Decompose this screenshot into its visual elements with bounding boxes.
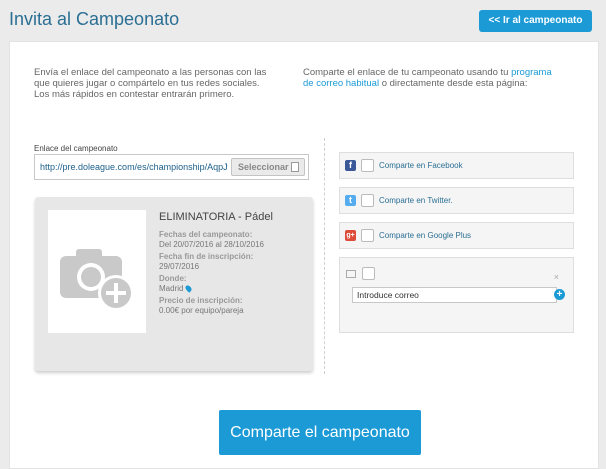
intro-right-prefix: Comparte el enlace de tu campeonato usan… <box>303 67 512 78</box>
intro-right-text: Comparte el enlace de tu campeonato usan… <box>303 67 553 89</box>
email-share-box: × + <box>339 257 574 333</box>
select-button-label: Seleccionar <box>238 162 289 172</box>
envelope-icon <box>346 270 356 278</box>
page-title: Invita al Campeonato <box>9 9 180 29</box>
share-facebook-row[interactable]: f Comparte en Facebook <box>339 152 574 179</box>
dates-label: Fechas del campeonato: <box>159 230 253 239</box>
championship-info: Fechas del campeonato: Del 20/07/2016 al… <box>159 230 264 318</box>
price-value: 0.00€ por equipo/pareja <box>159 305 244 315</box>
dates-value: Del 20/07/2016 al 28/10/2016 <box>159 239 264 249</box>
deadline-value: 29/07/2016 <box>159 261 200 271</box>
championship-link-field[interactable]: http://pre.doleague.com/es/championship/… <box>34 154 309 180</box>
facebook-icon: f <box>345 160 356 171</box>
share-gplus-label[interactable]: Comparte en Google Plus <box>379 231 471 240</box>
where-label: Donde: <box>159 274 187 283</box>
add-email-icon[interactable]: + <box>554 289 565 300</box>
price-label: Precio de inscripción: <box>159 296 243 305</box>
invite-panel: Envía el enlace del campeonato a las per… <box>9 41 599 469</box>
share-gplus-row[interactable]: g+ Comparte en Google Plus <box>339 222 574 249</box>
copy-icon <box>291 162 299 172</box>
camera-add-icon <box>60 249 134 311</box>
gplus-checkbox[interactable] <box>361 229 374 242</box>
link-label: Enlace del campeonato <box>34 144 118 153</box>
intro-left-text: Envía el enlace del campeonato a las per… <box>34 67 267 100</box>
email-checkbox[interactable] <box>362 267 375 280</box>
championship-link-url[interactable]: http://pre.doleague.com/es/championship/… <box>40 162 228 172</box>
email-input[interactable] <box>352 287 557 303</box>
share-facebook-label[interactable]: Comparte en Facebook <box>379 161 463 170</box>
intro-right-suffix: o directamente desde esta página: <box>379 78 528 89</box>
photo-placeholder <box>48 210 146 333</box>
share-twitter-row[interactable]: t Comparte en Twitter. <box>339 187 574 214</box>
back-to-championship-button[interactable]: << Ir al campeonato <box>479 10 592 32</box>
share-twitter-label[interactable]: Comparte en Twitter. <box>379 196 453 205</box>
championship-title: ELIMINATORIA - Pádel <box>159 211 273 223</box>
twitter-icon: t <box>345 195 356 206</box>
twitter-checkbox[interactable] <box>361 194 374 207</box>
where-value: Madrid <box>159 283 184 293</box>
select-link-button[interactable]: Seleccionar <box>231 158 305 176</box>
deadline-label: Fecha fin de inscripción: <box>159 252 254 261</box>
share-championship-button[interactable]: Comparte el campeonato <box>219 410 421 455</box>
google-plus-icon: g+ <box>345 230 356 241</box>
column-divider <box>324 138 325 374</box>
close-icon[interactable]: × <box>554 272 559 282</box>
map-pin-icon[interactable] <box>184 284 194 293</box>
championship-card: ELIMINATORIA - Pádel Fechas del campeona… <box>35 197 313 371</box>
facebook-checkbox[interactable] <box>361 159 374 172</box>
